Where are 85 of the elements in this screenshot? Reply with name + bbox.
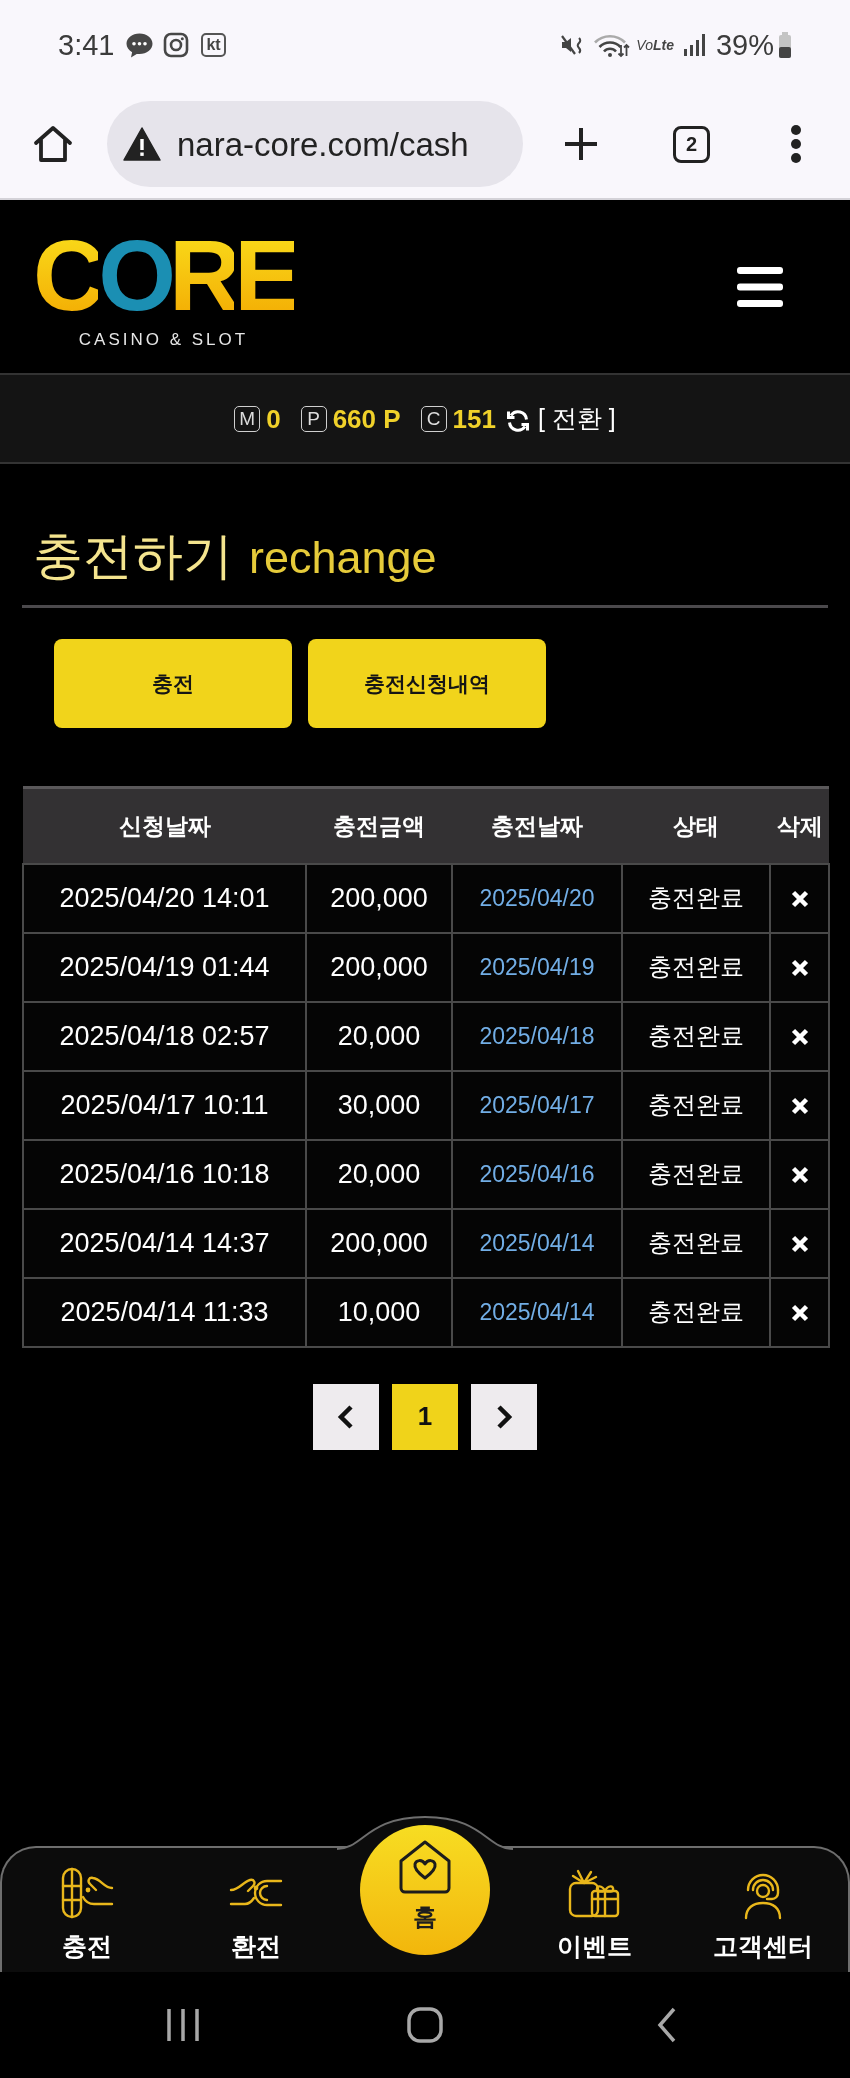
action-button[interactable]: 충전 xyxy=(54,639,292,728)
table-cell: 충전완료 xyxy=(622,1277,770,1347)
balance-value: 660 P xyxy=(332,405,401,432)
battery-percentage: 39% xyxy=(715,30,774,60)
table-cell: 2025/04/18 02:57 xyxy=(23,1001,306,1071)
table-cell: 30,000 xyxy=(306,1070,452,1140)
column-header: 신청날짜 xyxy=(23,787,306,864)
warning-icon[interactable] xyxy=(123,127,161,161)
carrier-badge: kt xyxy=(201,33,226,57)
delete-icon[interactable] xyxy=(790,1027,809,1046)
table-cell: 200,000 xyxy=(306,1208,452,1278)
balance-badge: C xyxy=(420,405,447,432)
table-cell: 2025/04/14 xyxy=(452,1208,622,1278)
table-cell: 2025/04/20 xyxy=(452,863,622,933)
menu-icon[interactable] xyxy=(737,266,783,307)
page-subtitle: rechange xyxy=(249,531,437,585)
battery-icon xyxy=(778,32,792,58)
table-cell: 20,000 xyxy=(306,1001,452,1071)
logo-text[interactable]: CORE xyxy=(33,225,294,325)
table-cell: 2025/04/20 14:01 xyxy=(23,863,306,933)
balance-badge: P xyxy=(300,405,327,432)
delete-icon[interactable] xyxy=(790,1165,809,1184)
nav-tab[interactable]: 이벤트 xyxy=(556,1848,632,1972)
column-header: 충전금액 xyxy=(306,787,452,864)
home-nav-button[interactable]: 홈 xyxy=(360,1825,490,1955)
table-cell: 2025/04/17 10:11 xyxy=(23,1070,306,1140)
delete-icon[interactable] xyxy=(790,958,809,977)
signal-icon xyxy=(682,34,705,56)
camera-icon xyxy=(163,32,190,58)
delete-icon[interactable] xyxy=(790,1096,809,1115)
balance-value: 151 xyxy=(452,405,496,432)
page-button[interactable]: 1 xyxy=(392,1383,458,1450)
home-icon[interactable] xyxy=(33,124,73,164)
nav-tab[interactable]: 고객센터 xyxy=(713,1848,814,1972)
table-cell: 2025/04/18 xyxy=(452,1001,622,1071)
balance-badge: M xyxy=(234,405,261,432)
previous-page-button[interactable] xyxy=(313,1383,379,1450)
column-header: 충전날짜 xyxy=(452,787,622,864)
nav-tab[interactable]: 환전 xyxy=(228,1848,283,1972)
menu-icon[interactable] xyxy=(790,124,802,164)
nav-tab[interactable]: 충전 xyxy=(59,1848,114,1972)
next-page-button[interactable] xyxy=(471,1383,537,1450)
status-time: 3:41 xyxy=(58,30,115,60)
table-cell: 2025/04/14 xyxy=(452,1277,622,1347)
table-cell: 충전완료 xyxy=(622,1001,770,1071)
delete-icon[interactable] xyxy=(790,1234,809,1253)
delete-icon[interactable] xyxy=(790,1303,809,1322)
plus-icon[interactable] xyxy=(563,126,599,162)
balance-value: 0 xyxy=(266,405,281,432)
url-text: nara-core.com/cash xyxy=(177,127,469,161)
chevron-left-icon xyxy=(336,1403,356,1430)
column-header: 삭제 xyxy=(770,787,829,864)
table-cell: 2025/04/14 11:33 xyxy=(23,1277,306,1347)
chat-bubble-icon xyxy=(125,31,155,59)
table-cell: 충전완료 xyxy=(622,1070,770,1140)
back-icon[interactable] xyxy=(657,2007,677,2043)
refresh-icon[interactable] xyxy=(506,408,530,433)
chevron-right-icon xyxy=(494,1403,514,1430)
table-cell: 2025/04/17 xyxy=(452,1070,622,1140)
table-cell: 10,000 xyxy=(306,1277,452,1347)
logo-subtitle: CASINO & SLOT xyxy=(78,331,249,348)
network-label: VoLte xyxy=(636,38,674,52)
page-title: 충전하기 xyxy=(33,527,233,586)
table-cell: 충전완료 xyxy=(622,1139,770,1209)
table-cell: 충전완료 xyxy=(622,932,770,1002)
table-cell: 200,000 xyxy=(306,863,452,933)
recent-apps-icon[interactable] xyxy=(166,2007,200,2043)
table-cell: 2025/04/14 14:37 xyxy=(23,1208,306,1278)
delete-icon[interactable] xyxy=(790,889,809,908)
table-cell: 충전완료 xyxy=(622,863,770,933)
home-icon[interactable] xyxy=(407,2007,443,2043)
table-cell: 2025/04/16 10:18 xyxy=(23,1139,306,1209)
wifi-icon xyxy=(594,32,631,58)
table-cell: 2025/04/19 xyxy=(452,932,622,1002)
action-button[interactable]: 충전신청내역 xyxy=(308,639,546,728)
table-cell: 200,000 xyxy=(306,932,452,1002)
convert-link[interactable]: [ 전환 ] xyxy=(538,406,616,431)
tab-switcher-button[interactable]: 2 xyxy=(673,125,710,163)
table-cell: 충전완료 xyxy=(622,1208,770,1278)
hand-coin-icon xyxy=(59,1866,114,1920)
table-cell: 2025/04/16 xyxy=(452,1139,622,1209)
table-cell: 2025/04/19 01:44 xyxy=(23,932,306,1002)
address-bar[interactable]: nara-core.com/cash xyxy=(107,101,523,187)
table-cell: 20,000 xyxy=(306,1139,452,1209)
column-header: 상태 xyxy=(622,787,770,864)
